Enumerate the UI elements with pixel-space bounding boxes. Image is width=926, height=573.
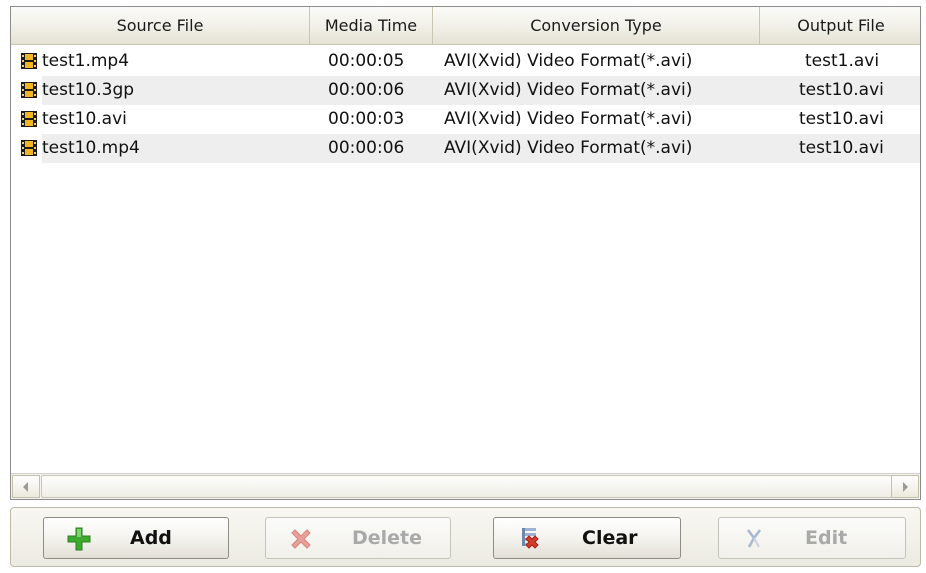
delete-x-icon (291, 529, 311, 549)
cell-conversion-type: AVI(Xvid) Video Format(*.avi) (444, 109, 693, 129)
edit-button-label: Edit (805, 527, 848, 549)
arrow-right-icon (903, 482, 908, 492)
cell-source-file: test1.mp4 (42, 51, 130, 71)
list-header: Source File Media Time Conversion Type O… (11, 7, 920, 45)
delete-button-label: Delete (352, 527, 423, 549)
delete-button[interactable]: Delete (265, 517, 451, 559)
cell-source-file: test10.3gp (42, 80, 135, 100)
scroll-left-button[interactable] (12, 475, 40, 498)
edit-scissors-icon (747, 529, 761, 548)
add-button[interactable]: Add (43, 517, 229, 559)
horizontal-scrollbar[interactable] (11, 473, 920, 499)
cell-output-file: test10.avi (799, 109, 884, 129)
cell-source-file: test10.mp4 (42, 138, 140, 158)
edit-button[interactable]: Edit (718, 517, 906, 559)
cell-output-file: test10.avi (799, 138, 884, 158)
table-row[interactable]: test1.mp4 00:00:05 AVI(Xvid) Video Forma… (11, 47, 920, 76)
scroll-thumb[interactable] (41, 475, 892, 498)
cell-conversion-type: AVI(Xvid) Video Format(*.avi) (444, 80, 693, 100)
table-row[interactable]: test10.mp4 00:00:06 AVI(Xvid) Video Form… (11, 134, 920, 163)
arrow-left-icon (23, 482, 28, 492)
column-header-conversion-type[interactable]: Conversion Type (433, 7, 760, 44)
column-header-media-time[interactable]: Media Time (310, 7, 433, 44)
cell-source-file: test10.avi (42, 109, 127, 129)
cell-conversion-type: AVI(Xvid) Video Format(*.avi) (444, 51, 693, 71)
clear-list-icon (522, 528, 539, 549)
action-toolbar: Add Delete Clear Edit (10, 507, 921, 567)
cell-output-file: test1.avi (805, 51, 880, 71)
cell-media-time: 00:00:03 (328, 109, 405, 129)
converter-window: Source File Media Time Conversion Type O… (0, 0, 926, 573)
cell-output-file: test10.avi (799, 80, 884, 100)
file-list[interactable]: Source File Media Time Conversion Type O… (10, 6, 921, 500)
clear-button[interactable]: Clear (493, 517, 681, 559)
column-header-output-file[interactable]: Output File (760, 7, 920, 44)
film-icon (21, 140, 37, 156)
scroll-right-button[interactable] (891, 475, 919, 498)
cell-conversion-type: AVI(Xvid) Video Format(*.avi) (444, 138, 693, 158)
film-icon (21, 53, 37, 69)
plus-icon (67, 527, 91, 551)
table-row[interactable]: test10.3gp 00:00:06 AVI(Xvid) Video Form… (11, 76, 920, 105)
film-icon (21, 82, 37, 98)
column-header-source-file[interactable]: Source File (11, 7, 310, 44)
table-row[interactable]: test10.avi 00:00:03 AVI(Xvid) Video Form… (11, 105, 920, 134)
cell-media-time: 00:00:06 (328, 80, 405, 100)
clear-button-label: Clear (582, 527, 638, 549)
film-icon (21, 111, 37, 127)
add-button-label: Add (130, 527, 172, 549)
cell-media-time: 00:00:05 (328, 51, 405, 71)
cell-media-time: 00:00:06 (328, 138, 405, 158)
